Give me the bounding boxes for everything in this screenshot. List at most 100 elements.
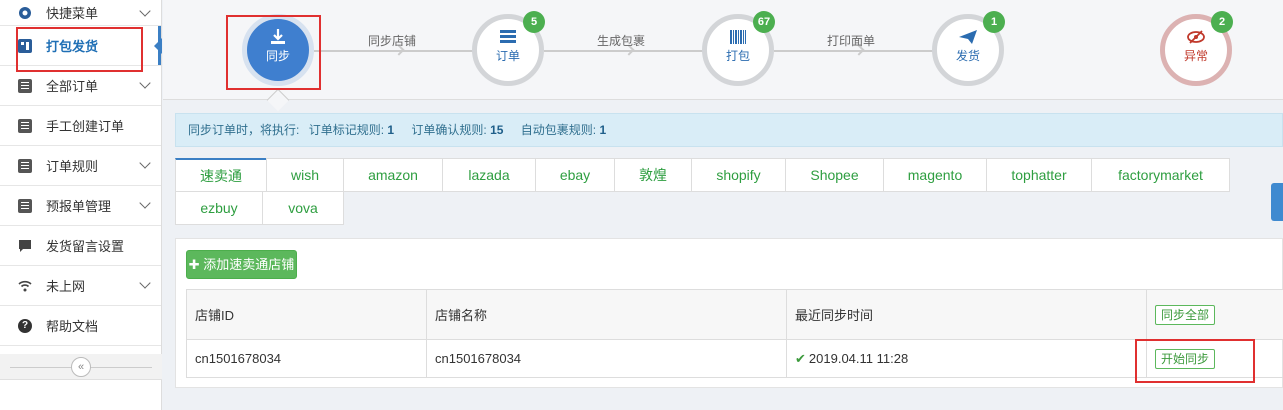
list-icon <box>498 29 518 45</box>
flow-node-label: 打包 <box>725 49 750 63</box>
message-icon <box>18 239 32 253</box>
collapse-sidebar-button[interactable]: « <box>71 357 91 377</box>
tab-tophatter[interactable]: tophatter <box>986 158 1092 192</box>
flow-connector-label: 同步店铺 <box>367 34 416 48</box>
sidebar-item-forecast[interactable]: 预报单管理 <box>0 186 161 226</box>
store-table: 店铺ID 店铺名称 最近同步时间 同步全部 cn1501678034 cn150… <box>186 289 1283 378</box>
check-icon: ✔ <box>795 350 806 366</box>
count-badge: 5 <box>523 11 545 33</box>
sidebar: 快捷菜单 打包发货 全部订单 手工创建订单 订单规则 预报单管理 发货留言设置 <box>0 0 162 410</box>
tab-lazada[interactable]: lazada <box>442 158 536 192</box>
sidebar-item-label: 预报单管理 <box>46 199 112 214</box>
flow-node-ship[interactable]: 发货 1 <box>932 11 1005 86</box>
flow-node-label: 订单 <box>495 49 520 63</box>
floating-side-tab[interactable] <box>1271 183 1283 221</box>
sidebar-collapse-bar: « <box>0 354 162 380</box>
count-badge: 2 <box>1211 11 1233 33</box>
add-store-label: 添加速卖通店铺 <box>203 257 295 272</box>
tab-shopify[interactable]: shopify <box>691 158 786 192</box>
column-header: 店铺名称 <box>426 289 787 340</box>
tab-wish[interactable]: wish <box>266 158 344 192</box>
sidebar-item-label: 打包发货 <box>46 39 99 54</box>
store-panel: ✚ 添加速卖通店铺 店铺ID 店铺名称 最近同步时间 同步全部 cn150167… <box>175 238 1283 388</box>
sidebar-item-all-orders[interactable]: 全部订单 <box>0 66 161 106</box>
report-doc-icon <box>18 198 32 213</box>
chevron-down-icon <box>139 5 151 17</box>
flow-node-exception[interactable]: 异常 2 <box>1160 11 1233 86</box>
chevron-down-icon <box>139 277 151 289</box>
flow-node-pack[interactable]: 打包 67 <box>702 11 775 86</box>
tab-factorymarket[interactable]: factorymarket <box>1091 158 1230 192</box>
sync-all-button[interactable]: 同步全部 <box>1155 304 1216 325</box>
sidebar-item-manual-order[interactable]: 手工创建订单 <box>0 106 161 146</box>
tab-dhgate[interactable]: 敦煌 <box>614 158 692 192</box>
chevron-down-icon <box>139 157 151 169</box>
flow-node-label: 同步 <box>265 49 290 63</box>
last-sync-cell: ✔ 2019.04.11 11:28 <box>786 339 1147 378</box>
chevron-down-icon <box>139 77 151 89</box>
tab-shopee[interactable]: Shopee <box>785 158 884 192</box>
store-name-cell: cn1501678034 <box>426 339 787 378</box>
table-header-row: 店铺ID 店铺名称 最近同步时间 同步全部 <box>186 289 1283 340</box>
barcode-icon <box>728 29 748 45</box>
column-header: 最近同步时间 <box>786 289 1147 340</box>
rules-doc-icon <box>18 158 32 173</box>
sync-rules-info: 同步订单时，将执行: 订单标记规则: 1 订单确认规则: 15 自动包裹规则: … <box>175 113 1283 147</box>
flow-node-label: 异常 <box>1183 49 1208 63</box>
rule-label: 自动包裹规则: <box>520 123 597 137</box>
tab-ezbuy[interactable]: ezbuy <box>175 191 263 225</box>
sidebar-item-help[interactable]: ? 帮助文档 <box>0 306 161 346</box>
column-header: 店铺ID <box>186 289 427 340</box>
tab-magento[interactable]: magento <box>883 158 987 192</box>
flow-connector <box>314 50 476 52</box>
eye-slash-icon <box>1186 29 1206 45</box>
rule-count[interactable]: 15 <box>490 123 503 137</box>
tab-ebay[interactable]: ebay <box>535 158 615 192</box>
tab-aliexpress[interactable]: 速卖通 <box>175 158 267 192</box>
sidebar-item-ship-message[interactable]: 发货留言设置 <box>0 226 161 266</box>
flow-connector-label: 打印面单 <box>826 34 875 48</box>
sidebar-item-pack-ship[interactable]: 打包发货 <box>0 26 162 66</box>
sidebar-item-label: 手工创建订单 <box>46 119 125 134</box>
sidebar-item-label: 订单规则 <box>46 159 99 174</box>
count-badge: 67 <box>753 11 775 33</box>
tab-vova[interactable]: vova <box>262 191 344 225</box>
action-column-header: 同步全部 <box>1146 289 1283 340</box>
flow-connector <box>774 50 936 52</box>
store-id-cell: cn1501678034 <box>186 339 427 378</box>
rule-count[interactable]: 1 <box>599 123 606 137</box>
rule-label: 订单确认规则: <box>411 123 487 137</box>
clipboard-icon <box>18 78 32 93</box>
sidebar-item-label: 快捷菜单 <box>46 6 99 21</box>
sidebar-item-order-rules[interactable]: 订单规则 <box>0 146 161 186</box>
last-sync-time: 2019.04.11 11:28 <box>808 350 909 366</box>
flow-connector <box>544 50 706 52</box>
sidebar-item-label: 未上网 <box>46 279 86 294</box>
paper-plane-icon <box>958 29 978 45</box>
edit-doc-icon <box>18 118 32 133</box>
flow-node-label: 发货 <box>955 49 980 63</box>
flow-node-orders[interactable]: 订单 5 <box>472 11 545 86</box>
flow-node-sync[interactable]: 同步 <box>242 14 314 86</box>
sidebar-item-not-online[interactable]: 未上网 <box>0 266 161 306</box>
gear-icon <box>18 6 32 20</box>
sidebar-item-label: 帮助文档 <box>46 319 99 334</box>
add-store-button[interactable]: ✚ 添加速卖通店铺 <box>186 250 297 279</box>
start-sync-button[interactable]: 开始同步 <box>1155 348 1216 369</box>
chevron-down-icon <box>139 197 151 209</box>
count-badge: 1 <box>983 11 1005 33</box>
flow-connector-label: 生成包裹 <box>596 34 645 48</box>
sidebar-item-quick-menu[interactable]: 快捷菜单 <box>0 0 161 26</box>
tab-amazon[interactable]: amazon <box>343 158 443 192</box>
download-icon <box>268 29 288 45</box>
question-icon: ? <box>18 318 32 333</box>
workflow-bar: 同步店铺 生成包裹 打印面单 同步 订单 5 打包 67 发货 1 异常 2 <box>163 0 1283 100</box>
package-icon <box>18 38 32 53</box>
rule-count[interactable]: 1 <box>387 123 394 137</box>
info-prefix: 同步订单时，将执行: <box>188 123 300 137</box>
rule-label: 订单标记规则: <box>308 123 385 137</box>
sidebar-item-label: 发货留言设置 <box>46 239 125 254</box>
action-cell: 开始同步 <box>1146 339 1283 378</box>
table-row: cn1501678034 cn1501678034 ✔ 2019.04.11 11… <box>186 339 1283 378</box>
sidebar-item-label: 全部订单 <box>46 79 99 94</box>
